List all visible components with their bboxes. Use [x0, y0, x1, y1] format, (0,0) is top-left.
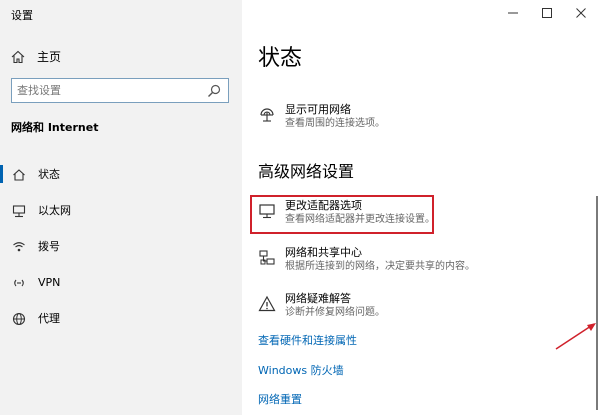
- setting-title: 网络和共享中心: [285, 246, 362, 259]
- advanced-settings-heading: 高级网络设置: [258, 162, 355, 181]
- maximize-button[interactable]: [530, 0, 564, 26]
- sharing-center-icon: [258, 249, 276, 267]
- sidebar-item-label: 状态: [38, 168, 60, 181]
- sidebar-item-vpn[interactable]: VPN: [0, 264, 242, 300]
- link-windows-firewall[interactable]: Windows 防火墙: [258, 362, 344, 378]
- sidebar-section-title: 网络和 Internet: [11, 121, 99, 134]
- link-network-reset[interactable]: 网络重置: [258, 391, 302, 407]
- minimize-icon: [507, 4, 519, 23]
- settings-window: 设置 主页 网络和 Internet 状态: [0, 0, 600, 415]
- sidebar-home[interactable]: 主页: [11, 46, 61, 66]
- search-box[interactable]: [11, 78, 229, 103]
- setting-title: 网络疑难解答: [285, 292, 351, 305]
- dialup-icon: [12, 239, 26, 253]
- ethernet-icon: [12, 203, 26, 218]
- sidebar-item-label: 以太网: [38, 204, 71, 217]
- sidebar: 设置 主页 网络和 Internet 状态: [0, 0, 242, 415]
- close-button[interactable]: [564, 0, 598, 26]
- sidebar-item-label: 拨号: [38, 240, 60, 253]
- setting-title: 更改适配器选项: [285, 199, 362, 212]
- minimize-button[interactable]: [496, 0, 530, 26]
- sidebar-item-dialup[interactable]: 拨号: [0, 228, 242, 264]
- sidebar-item-label: VPN: [38, 275, 61, 289]
- sidebar-item-status[interactable]: 状态: [0, 156, 242, 192]
- red-arrow-annotation: [555, 323, 596, 350]
- home-icon: [11, 49, 25, 64]
- adapter-monitor-icon: [258, 202, 276, 220]
- sidebar-item-label: 代理: [38, 312, 60, 325]
- setting-title: 显示可用网络: [285, 103, 351, 116]
- link-hardware-properties[interactable]: 查看硬件和连接属性: [258, 332, 357, 348]
- search-icon[interactable]: [206, 83, 222, 99]
- page-title: 状态: [258, 46, 303, 71]
- scrollbar[interactable]: [596, 196, 598, 410]
- show-available-networks[interactable]: 显示可用网络 查看周围的连接选项。: [258, 103, 385, 131]
- globe-icon: [12, 311, 26, 326]
- sidebar-home-label: 主页: [37, 49, 62, 64]
- selection-indicator: [0, 165, 3, 183]
- network-sharing-center[interactable]: 网络和共享中心 根据所连接到的网络，决定要共享的内容。: [258, 246, 475, 274]
- vpn-icon: [12, 275, 26, 289]
- setting-desc: 诊断并修复网络问题。: [285, 307, 385, 318]
- network-globe-icon: [258, 106, 276, 124]
- setting-desc: 查看网络适配器并更改连接设置。: [285, 214, 435, 225]
- maximize-icon: [541, 4, 553, 23]
- sidebar-item-ethernet[interactable]: 以太网: [0, 192, 242, 228]
- setting-desc: 查看周围的连接选项。: [285, 118, 385, 129]
- home-status-icon: [12, 167, 26, 181]
- sidebar-item-proxy[interactable]: 代理: [0, 300, 242, 336]
- change-adapter-options[interactable]: 更改适配器选项 查看网络适配器并更改连接设置。: [258, 199, 435, 227]
- close-icon: [575, 4, 587, 23]
- setting-desc: 根据所连接到的网络，决定要共享的内容。: [285, 261, 475, 272]
- window-title: 设置: [11, 9, 33, 22]
- search-input[interactable]: [12, 79, 197, 102]
- network-troubleshooter[interactable]: 网络疑难解答 诊断并修复网络问题。: [258, 292, 385, 320]
- warning-icon: [258, 295, 276, 313]
- sidebar-nav: 状态 以太网 拨号 VPN 代理: [0, 156, 242, 336]
